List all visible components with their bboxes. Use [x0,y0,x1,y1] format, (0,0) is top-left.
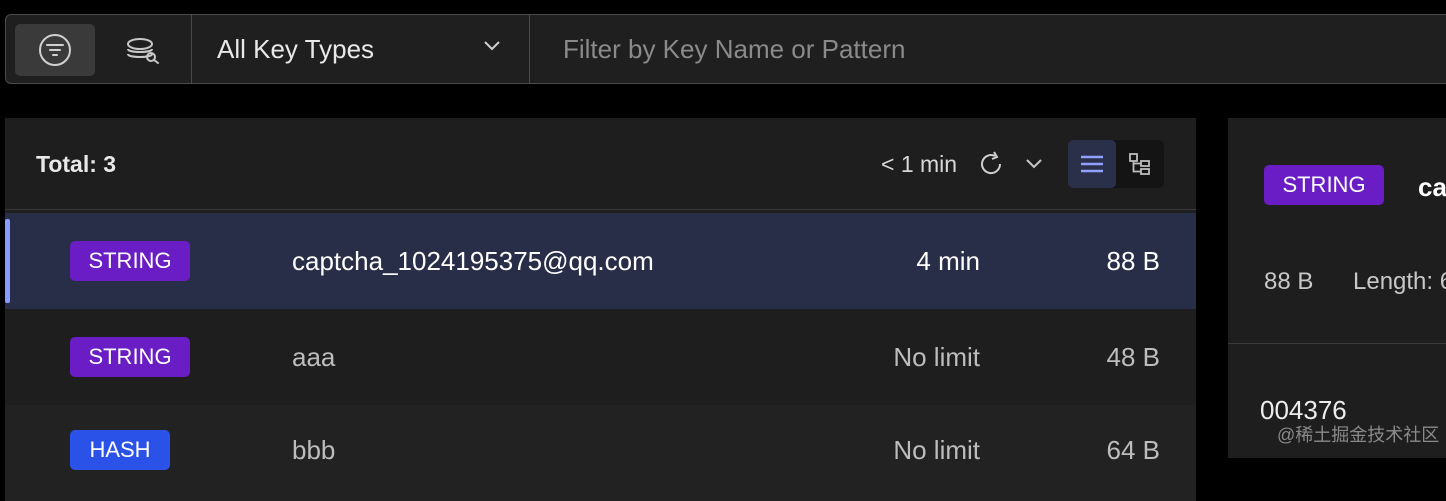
list-header: Total: 3 < 1 min [5,118,1196,210]
key-name: aaa [292,342,336,372]
detail-length: Length: 6 [1353,268,1446,295]
key-name: bbb [292,435,336,465]
chevron-down-icon [484,41,500,51]
key-type-select[interactable]: All Key Types [192,15,529,83]
search-input[interactable] [530,15,1446,83]
key-row[interactable]: STRING aaa No limit 48 B [5,309,1196,405]
tree-icon [1129,153,1150,175]
key-name: captcha_1024195375@qq.com [292,246,654,276]
refresh-icon[interactable] [977,150,1005,178]
type-badge: HASH [70,430,170,470]
last-refresh-time: < 1 min [881,151,958,177]
key-detail-panel: STRING captcha_1024195375@qq.com 88 B Le… [1228,118,1446,458]
list-view-button[interactable] [1068,140,1116,188]
detail-divider [1228,343,1446,344]
filter-bar: All Key Types [5,14,1446,84]
chevron-down-icon[interactable] [1025,158,1043,170]
type-badge: STRING [70,241,190,281]
selected-indicator [5,219,10,303]
filter-icon [39,34,71,66]
watermark: @稀土掘金技术社区 [1277,425,1440,445]
key-ttl: 4 min [916,246,980,276]
key-row[interactable]: HASH bbb No limit 64 B [5,405,1196,501]
key-size: 88 B [1106,246,1161,276]
total-count: Total: 3 [36,151,117,177]
view-toggle [1068,140,1164,188]
key-list-panel: Total: 3 < 1 min STRING captcha_10241953… [5,118,1196,501]
tree-view-button[interactable] [1116,140,1164,188]
key-ttl: No limit [893,342,980,372]
detail-type-badge: STRING [1264,165,1384,205]
layers-search-icon [127,38,159,64]
type-badge: STRING [70,337,190,377]
search-mode-button[interactable] [102,24,182,76]
key-row[interactable]: STRING captcha_1024195375@qq.com 4 min 8… [5,213,1196,309]
detail-size: 88 B [1264,268,1314,295]
list-icon [1081,155,1103,173]
filter-mode-button[interactable] [15,24,95,76]
detail-key-name: captcha_1024195375@qq.com [1418,172,1446,202]
key-size: 48 B [1106,342,1161,372]
key-type-label: All Key Types [217,33,375,64]
key-ttl: No limit [893,435,980,465]
key-size: 64 B [1106,435,1161,465]
